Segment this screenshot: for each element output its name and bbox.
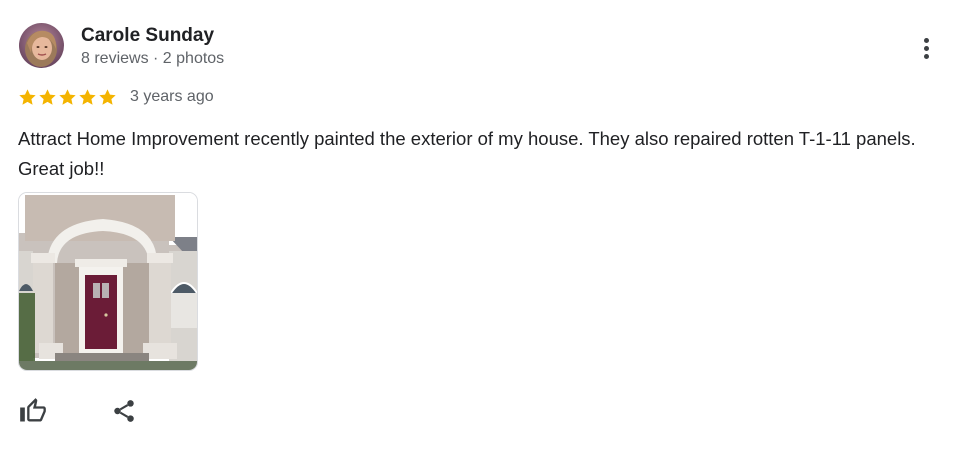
author-name[interactable]: Carole Sunday: [81, 24, 214, 48]
author-meta: 8 reviews · 2 photos: [81, 50, 225, 67]
share-icon: [114, 400, 134, 422]
more-vert-icon-dot: [923, 37, 929, 43]
share-button[interactable]: [111, 397, 137, 425]
star-icon: [98, 88, 117, 107]
review-time: 3 years ago: [130, 88, 214, 105]
thumb-up-icon: [20, 398, 46, 422]
star-icon: [18, 88, 37, 107]
star-rating: [18, 88, 117, 107]
star-icon: [58, 88, 77, 107]
review-text: Attract Home Improvement recently painte…: [18, 128, 916, 179]
more-options-button[interactable]: [912, 32, 940, 64]
like-button[interactable]: [19, 397, 47, 425]
review-photo[interactable]: [18, 192, 198, 371]
more-vert-icon-dot: [923, 53, 929, 59]
rating-row: 3 years ago: [18, 86, 214, 108]
avatar[interactable]: [19, 23, 64, 68]
more-vert-icon-dot: [923, 45, 929, 51]
star-icon: [38, 88, 57, 107]
star-icon: [78, 88, 97, 107]
